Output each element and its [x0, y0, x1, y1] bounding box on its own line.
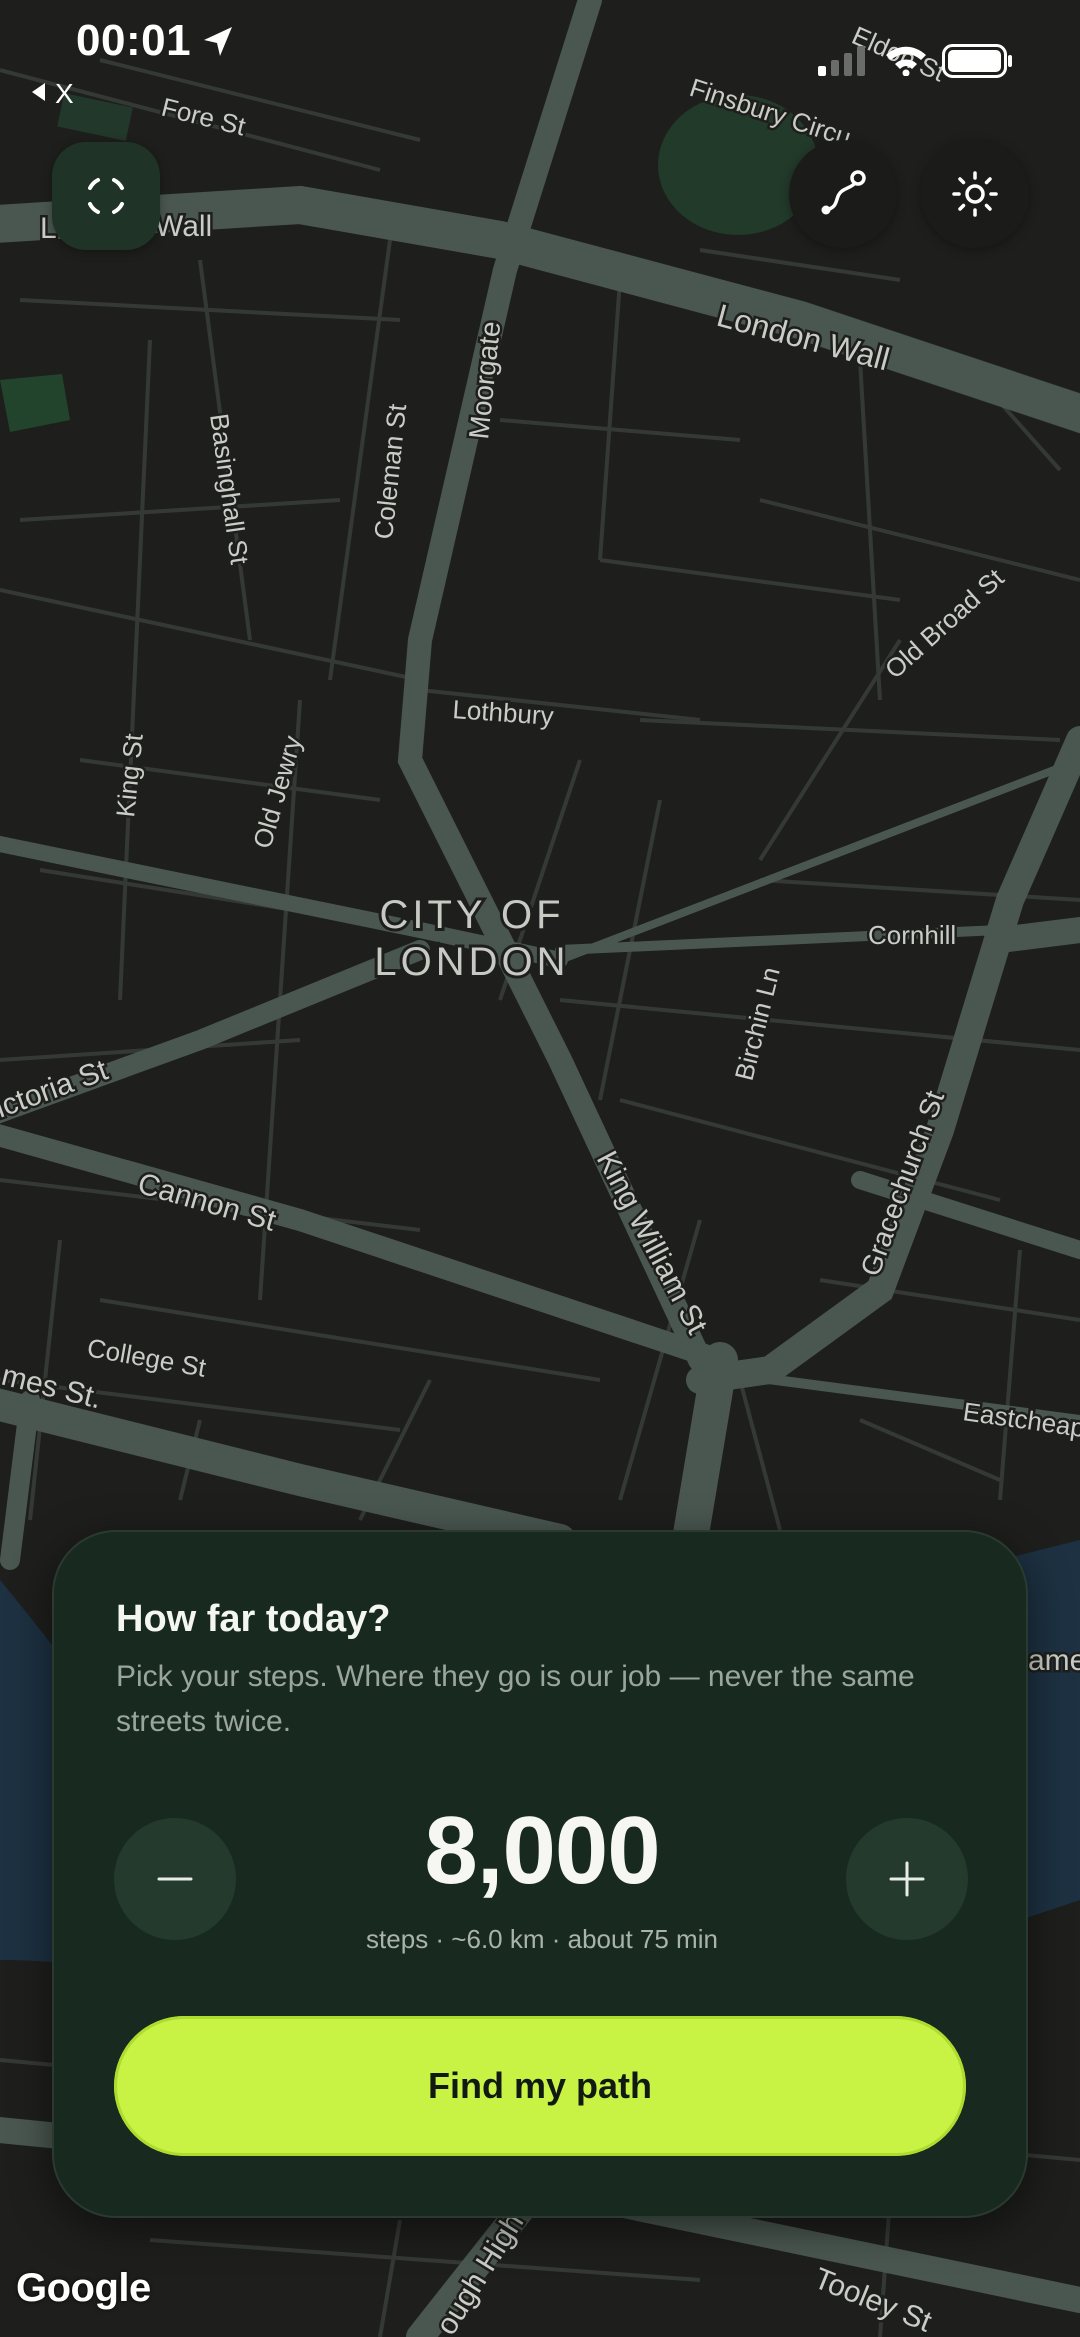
sheet-subtitle: Pick your steps. Where they go is our jo…: [116, 1660, 915, 1738]
status-bar: 00:01 X: [0, 0, 1080, 120]
plus-icon: [889, 1861, 925, 1897]
area-label-line2: LONDON: [374, 940, 569, 984]
sheet-title: How far today?: [116, 1598, 391, 1640]
battery-icon: [942, 44, 1012, 78]
route-button[interactable]: [789, 140, 897, 248]
recenter-button[interactable]: [52, 142, 160, 250]
status-time: 00:01: [76, 16, 192, 65]
theme-toggle-button[interactable]: [921, 140, 1029, 248]
street-label-london-wall-left2: Wall: [155, 210, 212, 243]
minus-icon: [157, 1877, 193, 1881]
street-label-cornhill: Cornhill: [868, 920, 956, 950]
step-count-details: steps · ~6.0 km · about 75 min: [366, 1924, 718, 1954]
back-triangle-icon: [32, 83, 45, 101]
decrease-steps-button[interactable]: [114, 1818, 236, 1940]
wifi-icon: [886, 46, 926, 76]
recenter-icon: [88, 178, 124, 214]
app-screen: Fore St L Wall London Wall Finsbury Circ…: [0, 0, 1080, 2337]
street-label-right-edge: ame: [1028, 1644, 1080, 1677]
location-arrow-icon: [204, 27, 232, 56]
find-my-path-button[interactable]: Find my path: [114, 2016, 966, 2156]
cellular-signal-icon: [818, 46, 865, 76]
area-label-line1: CITY OF: [379, 893, 564, 937]
google-attribution: Google: [16, 2266, 151, 2310]
increase-steps-button[interactable]: [846, 1818, 968, 1940]
sun-icon: [952, 171, 998, 217]
step-count-value: 8,000: [424, 1797, 660, 1904]
back-to-app-link[interactable]: X: [32, 78, 74, 110]
step-picker-sheet: How far today? Pick your steps. Where th…: [52, 1530, 1028, 2218]
back-app-label: X: [55, 78, 74, 109]
route-icon: [821, 170, 866, 215]
